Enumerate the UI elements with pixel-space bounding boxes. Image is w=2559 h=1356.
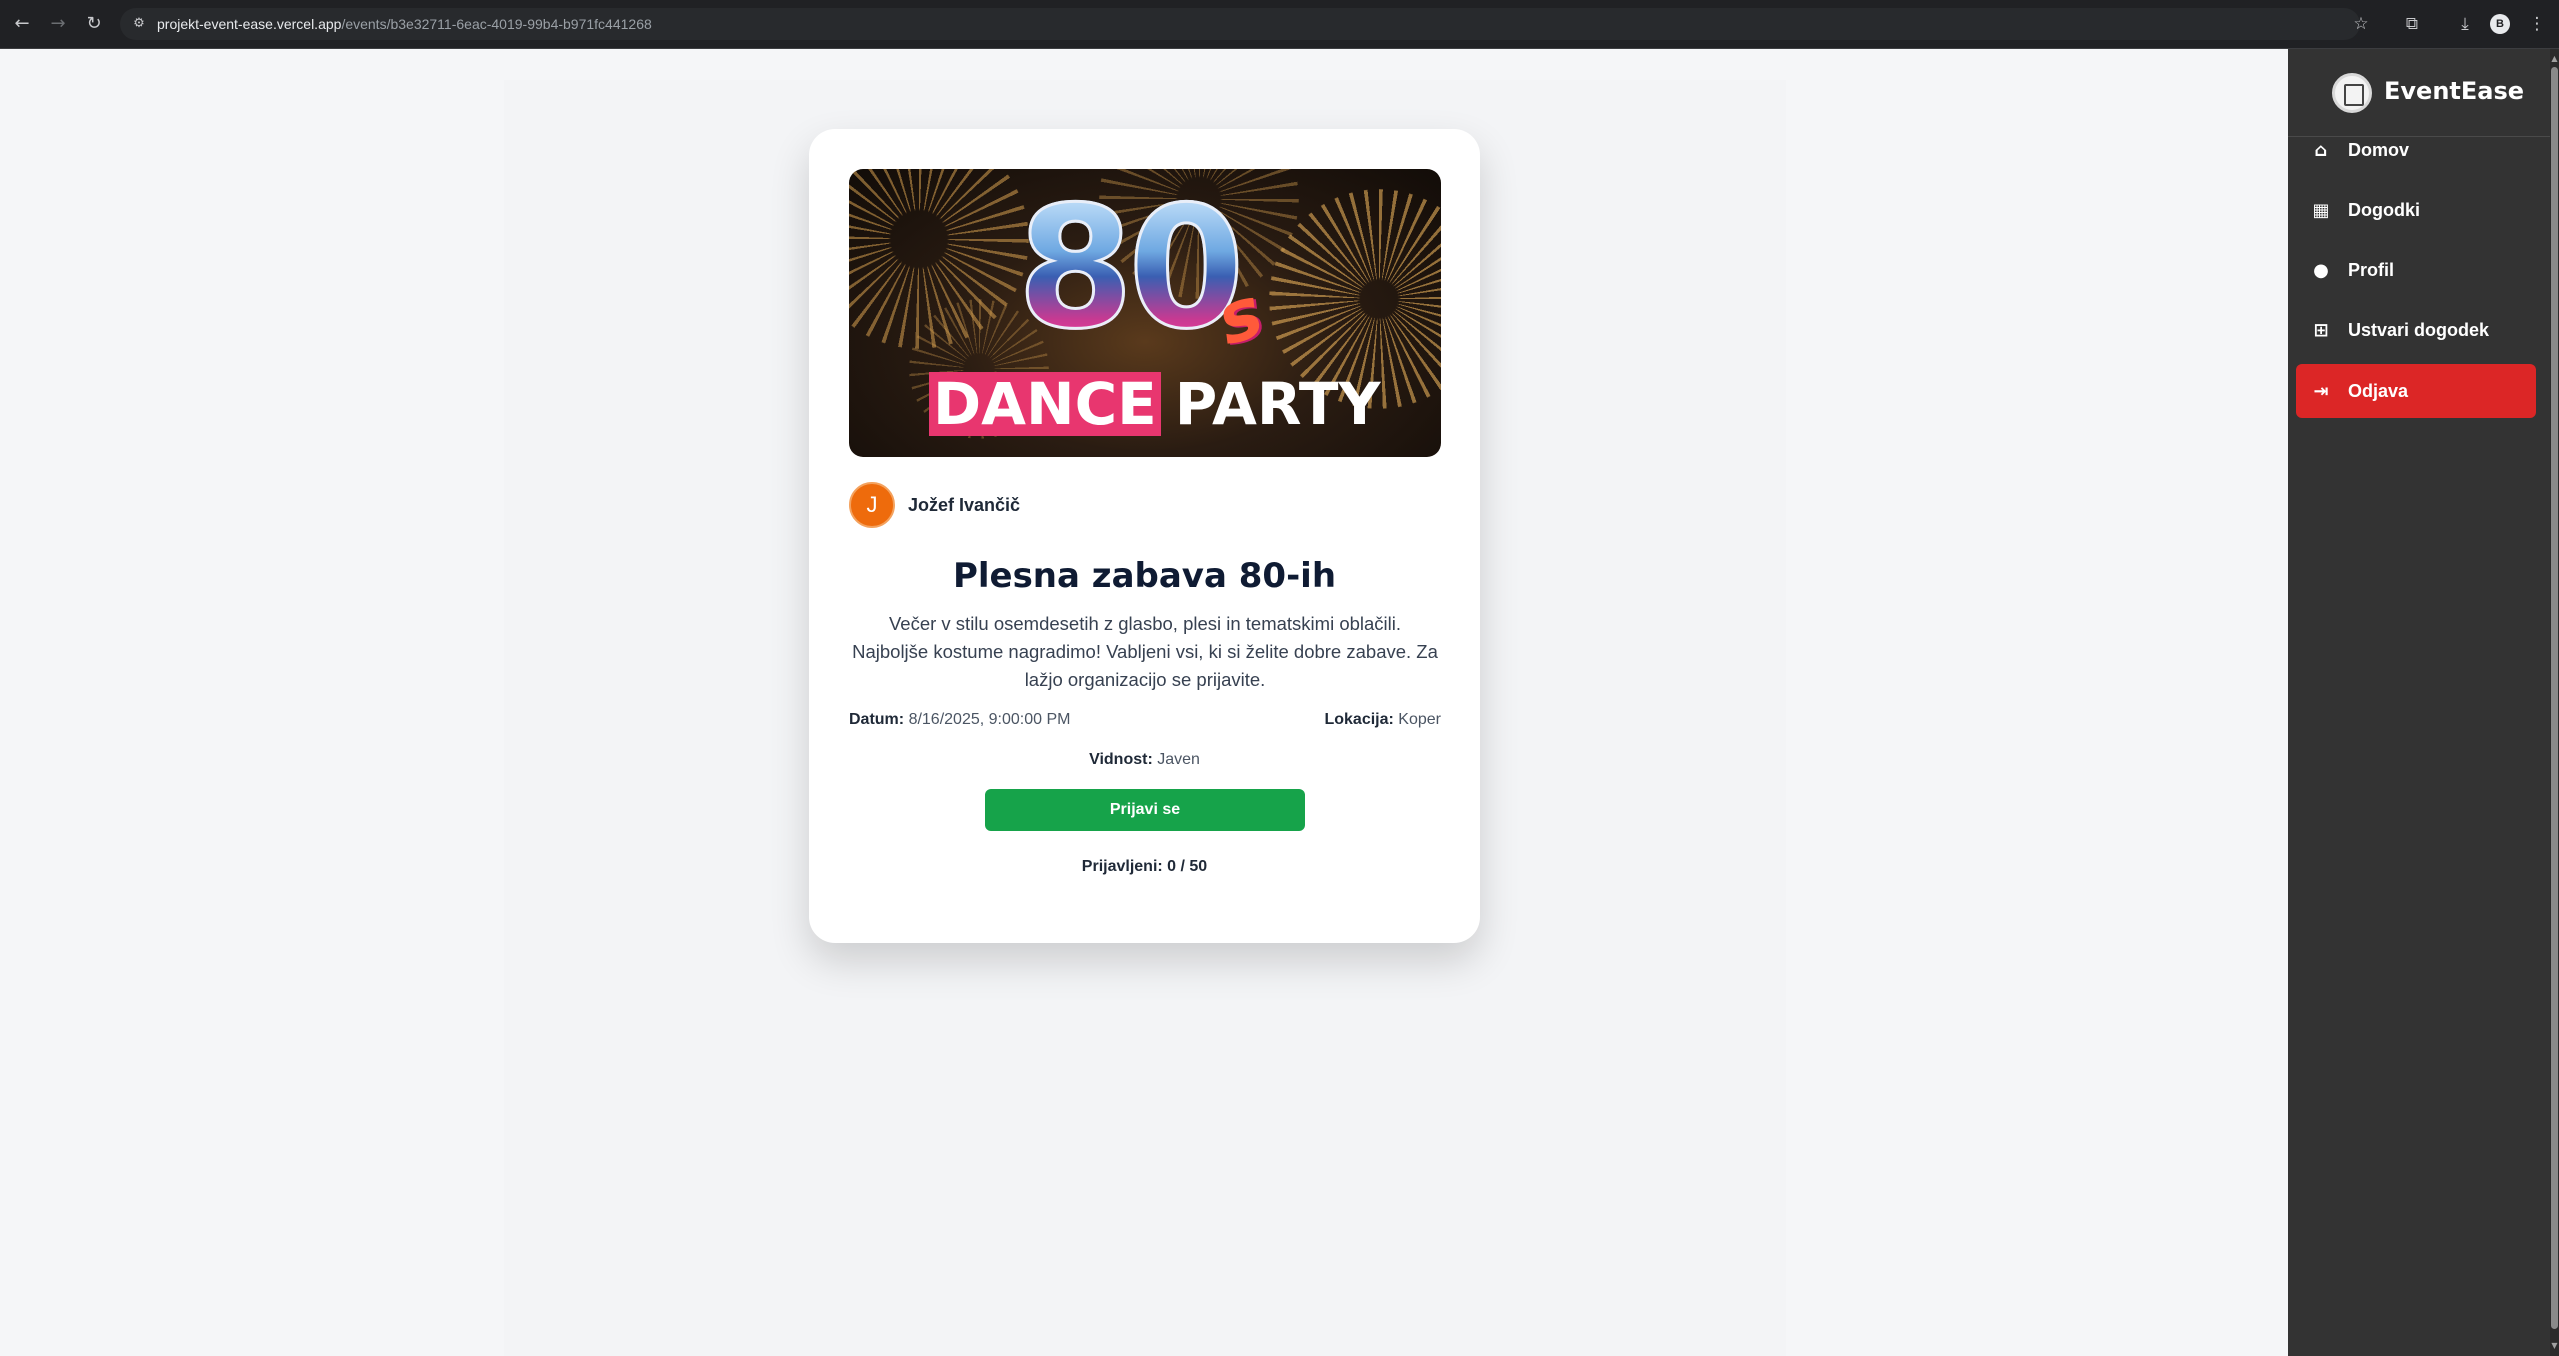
brand-name: EventEase	[2384, 77, 2525, 105]
home-icon: ⌂	[2314, 139, 2328, 161]
brand-logo-icon	[2332, 73, 2372, 113]
event-location: Lokacija: Koper	[1324, 711, 1441, 729]
main-area: 80 s DANCE PARTY J Jožef Ivančič Plesna …	[0, 49, 2288, 1356]
organizer: J Jožef Ivančič	[849, 481, 1020, 529]
location-label: Lokacija:	[1324, 711, 1394, 728]
sidebar-item-label: Dogodki	[2348, 199, 2420, 220]
event-description: Večer v stilu osemdesetih z glasbo, ples…	[852, 613, 1438, 690]
back-icon[interactable]: ←	[10, 12, 34, 36]
visibility-label: Vidnost:	[1089, 751, 1153, 768]
registered-label: Prijavljeni:	[1081, 858, 1163, 875]
banner-word-party: PARTY	[1174, 370, 1381, 438]
sidebar-item-label: Profil	[2348, 259, 2395, 280]
scroll-thumb[interactable]	[2551, 67, 2558, 1329]
registered-count: Prijavljeni: 0 / 50	[809, 858, 1480, 876]
bookmark-star-icon[interactable]: ☆	[2349, 12, 2373, 36]
scroll-down-icon[interactable]: ▼	[2550, 1340, 2559, 1352]
site-info-icon[interactable]: ⚙	[130, 15, 148, 33]
banner-word-dance: DANCE	[929, 372, 1161, 436]
sidebar-item-label: Domov	[2348, 139, 2410, 160]
sidebar-item-ustvari-dogodek[interactable]: ⊞ Ustvari dogodek	[2296, 303, 2536, 357]
plus-square-icon: ⊞	[2313, 319, 2329, 341]
location-value: Koper	[1398, 711, 1441, 728]
user-icon: ●	[2313, 259, 2329, 281]
menu-kebab-icon[interactable]: ⋮	[2525, 12, 2549, 36]
sidebar-item-label: Odjava	[2348, 380, 2409, 401]
reload-icon[interactable]: ↻	[82, 12, 106, 36]
download-icon[interactable]: ⤓	[2453, 12, 2477, 36]
url-domain: projekt-event-ease.vercel.app	[157, 16, 342, 32]
sidebar: EventEase ⌂ Domov ▦ Dogodki ● Profil ⊞ U…	[2288, 49, 2550, 1356]
calendar-icon: ▦	[2312, 199, 2330, 221]
sidebar-item-label: Ustvari dogodek	[2348, 319, 2490, 340]
visibility-value: Javen	[1157, 751, 1200, 768]
event-banner-image: 80 s DANCE PARTY	[849, 169, 1441, 457]
scroll-up-icon[interactable]: ▲	[2550, 53, 2559, 65]
sidebar-item-domov[interactable]: ⌂ Domov	[2296, 123, 2536, 177]
organizer-avatar: J	[849, 482, 895, 528]
registered-value: 0 / 50	[1167, 858, 1208, 875]
forward-icon[interactable]: →	[46, 12, 70, 36]
sidebar-item-dogodki[interactable]: ▦ Dogodki	[2296, 183, 2536, 237]
sidebar-item-odjava[interactable]: ⇥ Odjava	[2296, 364, 2536, 418]
sidebar-item-profil[interactable]: ● Profil	[2296, 243, 2536, 297]
profile-avatar[interactable]: B	[2490, 14, 2510, 34]
sign-out-icon: ⇥	[2313, 380, 2329, 402]
url-text[interactable]: projekt-event-ease.vercel.app/events/b3e…	[157, 16, 652, 32]
url-path: /events/b3e32711-6eac-4019-99b4-b971fc44…	[341, 16, 652, 32]
date-label: Datum:	[849, 711, 905, 728]
event-date: Datum: 8/16/2025, 9:00:00 PM	[849, 711, 1070, 729]
date-value: 8/16/2025, 9:00:00 PM	[908, 711, 1071, 728]
event-card: 80 s DANCE PARTY J Jožef Ivančič Plesna …	[809, 129, 1480, 943]
browser-toolbar: ← → ↻ ⚙ projekt-event-ease.vercel.app/ev…	[0, 0, 2559, 49]
event-visibility: Vidnost: Javen	[809, 751, 1480, 769]
event-title: Plesna zabava 80-ih	[952, 556, 1337, 596]
banner-numeral: 80	[1016, 182, 1247, 355]
organizer-name: Jožef Ivančič	[908, 494, 1021, 515]
banner-headline: DANCE PARTY	[929, 372, 1380, 436]
extensions-icon[interactable]: ⧉	[2400, 12, 2424, 36]
page-scrollbar[interactable]: ▲ ▼	[2550, 49, 2559, 1356]
join-event-button[interactable]: Prijavi se	[985, 789, 1305, 831]
